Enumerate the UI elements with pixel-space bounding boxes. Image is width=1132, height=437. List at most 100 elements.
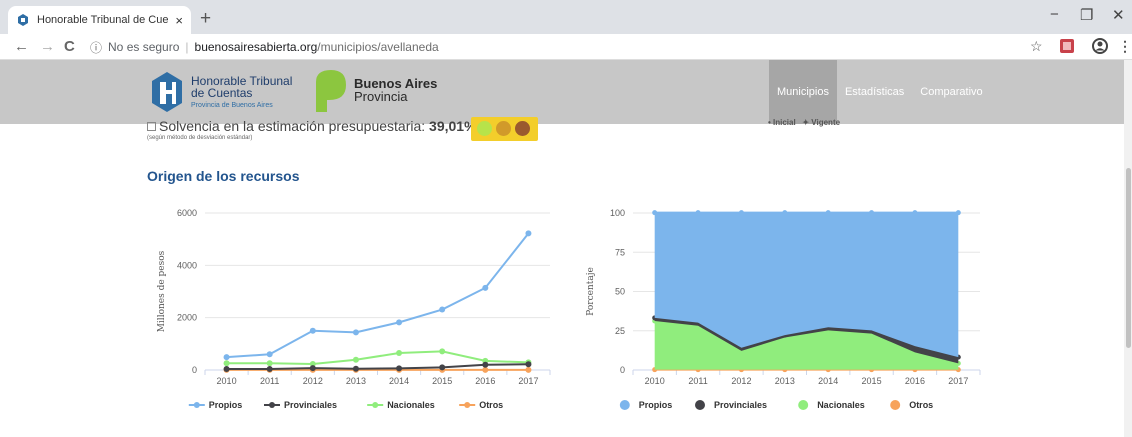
solvencia-block: Solvencia en la estimación presupuestari… [147, 118, 477, 141]
series-line-propios [226, 232, 530, 359]
legend-marker-icon [619, 400, 630, 410]
main-menu: Municipios Estadísticas Comparativo [769, 60, 991, 124]
legend-label: Propios [209, 400, 243, 410]
solvencia-label: Solvencia en la estimación presupuestari… [159, 118, 426, 134]
legend-item-provinciales[interactable]: Provinciales [264, 400, 337, 410]
url-separator: | [185, 40, 189, 54]
solvencia-subtitle: (según método de desviación estándar) [147, 135, 253, 141]
url-host: buenosairesabierta.org [194, 40, 318, 54]
legend-label: Nacionales [817, 400, 865, 410]
x-tick-label: 2011 [688, 376, 707, 386]
budget-legend: • Inicial ✦ Vigente [768, 118, 840, 127]
url-path: /municipios/avellaneda [317, 40, 439, 54]
tab-close-icon[interactable]: × [175, 13, 183, 28]
legend-item-provinciales[interactable]: Provinciales [695, 400, 767, 410]
legend-label: Otros [909, 400, 933, 410]
browser-menu-icon[interactable]: ⋮ [1118, 38, 1132, 55]
y-tick-label: 0 [192, 365, 197, 375]
data-point-nacionales [223, 360, 230, 367]
traffic-light-green-icon [477, 121, 492, 136]
menu-item-estadisticas[interactable]: Estadísticas [837, 60, 912, 124]
legend-marker-icon [890, 400, 901, 410]
legend-label: Provinciales [284, 400, 337, 410]
resources-percent-area-chart: 0 25 50 75 100 2010 2011 2012 2013 2014 2015 2016 20… [586, 208, 981, 410]
traffic-light-yellow-icon [496, 121, 511, 136]
x-tick-label: 2010 [217, 376, 237, 386]
y-tick-label: 100 [610, 208, 625, 218]
data-point-nacionales [266, 360, 273, 367]
legend-inicial: • Inicial [768, 118, 796, 127]
site-favicon-icon [18, 14, 28, 26]
data-point-propios [525, 230, 532, 237]
y-tick-label: 4000 [177, 260, 197, 270]
minimize-icon[interactable]: − [1050, 6, 1059, 23]
htc-logo-icon[interactable] [152, 72, 182, 112]
bookmark-star-icon[interactable]: ☆ [1030, 38, 1043, 55]
x-tick-label: 2016 [905, 376, 925, 386]
security-status-text: No es seguro [108, 40, 180, 54]
data-point-propios [352, 329, 359, 336]
data-point-propios [439, 306, 446, 313]
x-tick-label: 2012 [731, 376, 751, 386]
legend-marker-icon [695, 400, 705, 410]
data-point-provinciales [525, 361, 532, 368]
data-point-propios [825, 210, 831, 216]
data-point-propios [309, 327, 316, 334]
data-point-provinciales [223, 365, 230, 372]
y-axis-title: Porcentaje [586, 267, 596, 316]
pdf-extension-icon[interactable] [1060, 39, 1074, 53]
menu-item-comparativo[interactable]: Comparativo [912, 60, 990, 124]
legend-item-nacionales[interactable]: Nacionales [798, 400, 865, 410]
legend-vigente: ✦ Vigente [802, 118, 841, 127]
x-tick-label: 2017 [518, 376, 538, 386]
data-point-propios [955, 210, 961, 216]
buenos-aires-brand[interactable]: Buenos Aires Provincia [354, 77, 437, 103]
legend-label: Otros [479, 400, 503, 410]
x-tick-label: 2014 [389, 376, 409, 386]
url-omnibox[interactable]: ⓘ No es seguro | buenosairesabierta.org … [90, 37, 1025, 57]
legend-marker-icon [372, 402, 379, 408]
close-window-icon[interactable]: ✕ [1112, 6, 1125, 24]
data-point-provinciales [396, 365, 403, 372]
traffic-light-red-icon [515, 121, 530, 136]
legend-item-nacionales[interactable]: Nacionales [367, 400, 435, 410]
scrollbar-thumb[interactable] [1126, 168, 1131, 348]
legend-label: Provinciales [714, 400, 767, 410]
table-icon [147, 122, 156, 131]
forward-arrow-icon[interactable]: → [40, 38, 55, 55]
legend-item-propios[interactable]: Propios [619, 400, 673, 410]
buenos-aires-logo-icon[interactable] [314, 70, 348, 112]
data-point-nacionales [352, 356, 359, 363]
x-tick-label: 2017 [948, 376, 968, 386]
legend-item-otros[interactable]: Otros [459, 400, 503, 410]
section-title: Origen de los recursos [147, 168, 300, 184]
data-point-propios [652, 210, 658, 216]
y-tick-label: 2000 [177, 313, 197, 323]
reload-icon[interactable]: C [64, 38, 75, 55]
data-point-propios [396, 319, 403, 326]
new-tab-button[interactable]: + [200, 8, 211, 30]
x-tick-label: 2015 [862, 376, 882, 386]
x-tick-label: 2010 [645, 376, 665, 386]
security-info-icon[interactable]: ⓘ [90, 39, 102, 56]
menu-item-municipios[interactable]: Municipios [769, 60, 837, 124]
y-tick-label: 0 [620, 365, 625, 375]
data-point-propios [912, 210, 918, 216]
back-arrow-icon[interactable]: ← [14, 38, 29, 55]
data-point-provinciales [439, 364, 446, 371]
data-point-propios [266, 351, 273, 358]
legend-item-propios[interactable]: Propios [188, 400, 243, 410]
data-point-propios [695, 210, 701, 216]
legend-item-otros[interactable]: Otros [890, 400, 933, 410]
solvencia-label-row: Solvencia en la estimación presupuestari… [147, 118, 477, 134]
htc-brand[interactable]: Honorable Tribunal de Cuentas Provincia … [191, 75, 292, 112]
maximize-icon[interactable]: ❐ [1080, 6, 1093, 24]
browser-address-bar: ← → C ⓘ No es seguro | buenosairesabiert… [0, 34, 1132, 60]
data-point-propios [223, 354, 230, 361]
legend-label: Propios [639, 400, 673, 410]
account-icon[interactable] [1092, 38, 1108, 54]
x-tick-label: 2013 [346, 376, 366, 386]
resources-line-chart: 0 2000 4000 6000 2010 2011 2012 2013 2014 2015 201… [157, 208, 551, 410]
browser-tab[interactable]: Honorable Tribunal de Cuentas d × [8, 6, 191, 34]
x-tick-label: 2011 [260, 376, 279, 386]
